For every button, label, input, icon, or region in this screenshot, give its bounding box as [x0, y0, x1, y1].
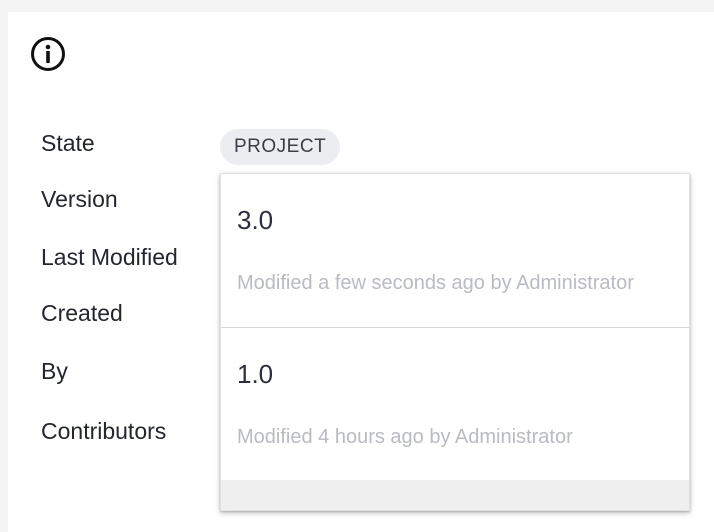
- last-modified-label: Last Modified: [41, 244, 178, 270]
- info-icon[interactable]: [30, 36, 66, 72]
- version-description: Modified a few seconds ago by Administra…: [237, 272, 634, 294]
- version-label: Version: [41, 186, 118, 212]
- by-label: By: [41, 358, 68, 384]
- version-option[interactable]: 1.0 Modified 4 hours ago by Administrato…: [221, 328, 689, 482]
- created-label: Created: [41, 300, 123, 326]
- state-label: State: [41, 130, 95, 156]
- version-description: Modified 4 hours ago by Administrator: [237, 426, 573, 448]
- version-number: 3.0: [237, 205, 274, 235]
- dropdown-footer: [221, 480, 689, 510]
- version-number: 1.0: [237, 359, 274, 389]
- state-badge: PROJECT: [220, 129, 341, 165]
- document-info-panel: State Version Last Modified Created By C…: [8, 12, 714, 532]
- version-dropdown-menu: 3.0 Modified a few seconds ago by Admini…: [220, 173, 690, 511]
- version-option[interactable]: 3.0 Modified a few seconds ago by Admini…: [221, 174, 689, 328]
- contributors-label: Contributors: [41, 418, 167, 444]
